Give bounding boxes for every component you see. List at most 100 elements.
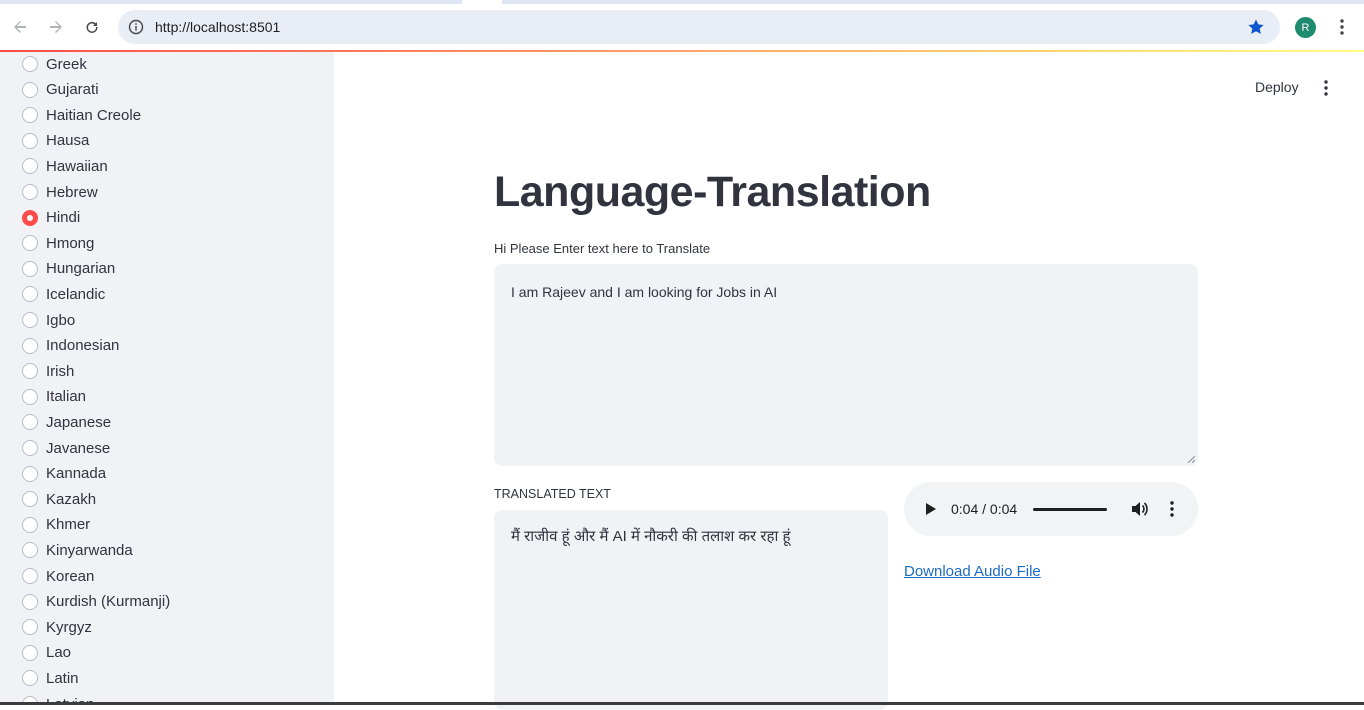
radio-unchecked-icon[interactable] — [22, 235, 38, 252]
radio-unchecked-icon[interactable] — [22, 491, 38, 508]
download-audio-link[interactable]: Download Audio File — [904, 563, 1041, 580]
radio-label: Kinyarwanda — [46, 541, 133, 559]
radio-label: Indonesian — [46, 337, 120, 355]
radio-unchecked-icon[interactable] — [22, 542, 38, 559]
radio-option-hebrew[interactable]: Hebrew — [22, 181, 98, 203]
radio-label: Irish — [46, 362, 75, 380]
back-arrow-icon — [14, 21, 26, 33]
main-content: Deploy Language-Translation Hi Please En… — [334, 52, 1364, 710]
radio-option-kurdish-kurmanji[interactable]: Kurdish (Kurmanji) — [22, 591, 170, 613]
radio-label: Hmong — [46, 234, 95, 252]
resize-handle-icon[interactable] — [1187, 455, 1195, 463]
radio-option-hungarian[interactable]: Hungarian — [22, 258, 115, 280]
radio-label: Gujarati — [46, 81, 99, 99]
info-icon[interactable] — [127, 18, 145, 36]
audio-time: 0:04 / 0:04 — [951, 501, 1018, 517]
radio-label: Icelandic — [46, 285, 106, 303]
audio-player[interactable]: 0:04 / 0:04 — [904, 482, 1198, 536]
radio-option-gujarati[interactable]: Gujarati — [22, 79, 99, 101]
radio-unchecked-icon[interactable] — [22, 644, 38, 661]
radio-unchecked-icon[interactable] — [22, 107, 38, 124]
radio-unchecked-icon[interactable] — [22, 619, 38, 636]
radio-label: Korean — [46, 567, 95, 585]
address-bar[interactable]: http://localhost:8501 — [118, 10, 1280, 44]
radio-unchecked-icon[interactable] — [22, 465, 38, 482]
radio-unchecked-icon[interactable] — [22, 286, 38, 303]
source-text-value: I am Rajeev and I am looking for Jobs in… — [511, 284, 778, 300]
radio-label: Kyrgyz — [46, 618, 92, 636]
radio-option-lao[interactable]: Lao — [22, 642, 71, 664]
bookmark-star-icon[interactable] — [1246, 17, 1266, 37]
sidebar: Greek Gujarati Haitian Creole Hausa Hawaiian… — [0, 52, 334, 705]
radio-unchecked-icon[interactable] — [22, 158, 38, 175]
radio-option-igbo[interactable]: Igbo — [22, 309, 75, 331]
radio-option-haitian-creole[interactable]: Haitian Creole — [22, 104, 141, 126]
radio-option-latin[interactable]: Latin — [22, 667, 79, 689]
radio-label: Khmer — [46, 516, 91, 534]
browser-menu-button[interactable] — [1332, 16, 1352, 38]
radio-unchecked-icon[interactable] — [22, 363, 38, 380]
radio-unchecked-icon[interactable] — [22, 414, 38, 431]
url-text[interactable]: http://localhost:8501 — [155, 19, 280, 35]
radio-label: Kazakh — [46, 490, 97, 508]
radio-label: Igbo — [46, 311, 76, 329]
radio-option-greek[interactable]: Greek — [22, 53, 87, 75]
radio-option-kinyarwanda[interactable]: Kinyarwanda — [22, 539, 133, 561]
volume-button[interactable] — [1130, 499, 1150, 519]
radio-option-javanese[interactable]: Javanese — [22, 437, 110, 459]
vertical-dots-icon — [1324, 80, 1328, 96]
page-title: Language-Translation — [494, 168, 931, 216]
radio-label: Japanese — [46, 413, 112, 431]
radio-unchecked-icon[interactable] — [22, 670, 38, 687]
radio-option-hausa[interactable]: Hausa — [22, 130, 89, 152]
audio-more-button[interactable] — [1162, 499, 1182, 519]
source-text-area[interactable]: I am Rajeev and I am looking for Jobs in… — [494, 264, 1198, 466]
back-button[interactable] — [8, 15, 32, 39]
radio-label: Hawaiian — [46, 157, 108, 175]
radio-option-icelandic[interactable]: Icelandic — [22, 283, 105, 305]
radio-unchecked-icon[interactable] — [22, 132, 38, 149]
play-button[interactable] — [922, 500, 940, 518]
radio-label: Italian — [46, 388, 87, 406]
profile-avatar[interactable]: R — [1295, 17, 1316, 38]
radio-option-kyrgyz[interactable]: Kyrgyz — [22, 616, 92, 638]
deploy-button[interactable]: Deploy — [1255, 79, 1299, 95]
radio-unchecked-icon[interactable] — [22, 388, 38, 405]
radio-label: Javanese — [46, 439, 111, 457]
radio-option-hindi[interactable]: Hindi — [22, 207, 80, 229]
radio-unchecked-icon[interactable] — [22, 440, 38, 456]
radio-unchecked-icon[interactable] — [22, 260, 38, 277]
radio-label: Hebrew — [46, 183, 98, 201]
radio-option-hmong[interactable]: Hmong — [22, 232, 94, 254]
reload-icon — [86, 21, 98, 33]
radio-unchecked-icon[interactable] — [22, 337, 38, 354]
radio-option-indonesian[interactable]: Indonesian — [22, 335, 119, 357]
radio-unchecked-icon[interactable] — [22, 184, 38, 200]
radio-unchecked-icon[interactable] — [22, 568, 38, 584]
radio-unchecked-icon[interactable] — [22, 81, 38, 98]
radio-label: Latin — [46, 669, 79, 687]
translated-text-value: मैं राजीव हूं और मैं AI में नौकरी की तला… — [511, 528, 791, 545]
radio-option-hawaiian[interactable]: Hawaiian — [22, 155, 108, 177]
radio-checked-icon[interactable] — [22, 209, 38, 226]
radio-option-japanese[interactable]: Japanese — [22, 411, 111, 433]
reload-button[interactable] — [80, 15, 104, 39]
radio-unchecked-icon[interactable] — [22, 516, 38, 533]
radio-option-kannada[interactable]: Kannada — [22, 463, 106, 485]
translated-text-area[interactable]: मैं राजीव हूं और मैं AI में नौकरी की तला… — [494, 510, 888, 710]
forward-button[interactable] — [44, 15, 68, 39]
radio-option-irish[interactable]: Irish — [22, 360, 74, 382]
radio-unchecked-icon[interactable] — [22, 312, 38, 328]
tab-strip — [0, 0, 1364, 4]
radio-label: Hindi — [46, 209, 81, 227]
app-menu-button[interactable] — [1314, 76, 1338, 100]
radio-unchecked-icon[interactable] — [22, 593, 38, 610]
radio-option-korean[interactable]: Korean — [22, 565, 94, 587]
radio-label: Kurdish (Kurmanji) — [46, 593, 171, 611]
audio-progress-bar[interactable] — [1033, 508, 1107, 511]
forward-arrow-icon — [50, 21, 62, 33]
radio-option-kazakh[interactable]: Kazakh — [22, 488, 96, 510]
radio-option-khmer[interactable]: Khmer — [22, 514, 90, 536]
radio-option-italian[interactable]: Italian — [22, 386, 86, 408]
radio-unchecked-icon[interactable] — [22, 56, 38, 72]
